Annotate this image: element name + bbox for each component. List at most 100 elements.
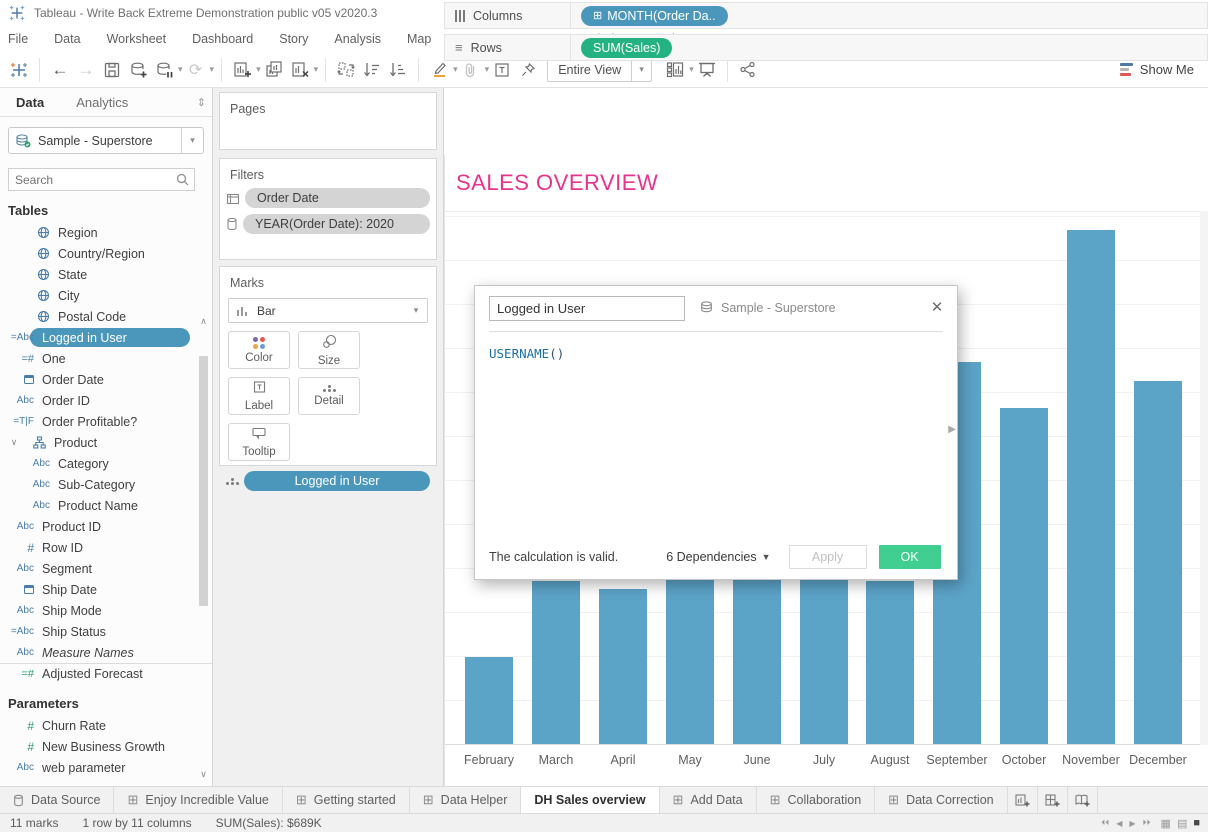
datasource-caret[interactable]: ▾ xyxy=(181,128,203,153)
clear-sheet-caret[interactable]: ▾ xyxy=(314,64,319,75)
scrollbar-thumb[interactable] xyxy=(199,356,208,606)
sort-descending-button[interactable] xyxy=(385,56,411,84)
worksheet-scrollbar-track[interactable] xyxy=(1200,211,1208,745)
menu-analysis[interactable]: Analysis xyxy=(334,32,381,46)
field-order-profitable[interactable]: =T|FOrder Profitable? xyxy=(0,411,212,432)
field-adjusted-forecast[interactable]: =#Adjusted Forecast xyxy=(0,663,212,684)
menu-story[interactable]: Story xyxy=(279,32,308,46)
clear-sheet-button[interactable] xyxy=(287,56,313,84)
field-logged-in-user[interactable]: =AbcLogged in User xyxy=(0,327,212,348)
field-segment[interactable]: AbcSegment xyxy=(0,558,212,579)
nav-prev-icon[interactable]: ◀ xyxy=(1116,819,1122,828)
nav-last-icon[interactable]: ⏵⏵ xyxy=(1143,818,1151,828)
bar-december[interactable] xyxy=(1134,381,1182,744)
field-ship-date[interactable]: Ship Date xyxy=(0,579,212,600)
menu-dashboard[interactable]: Dashboard xyxy=(192,32,253,46)
rows-pill-sum-sales[interactable]: SUM(Sales) xyxy=(581,38,672,58)
undo-button[interactable]: ← xyxy=(47,56,73,84)
calculation-name-input[interactable] xyxy=(489,296,685,321)
save-button[interactable] xyxy=(99,56,125,84)
pause-updates-button[interactable] xyxy=(151,56,177,84)
field-order-date[interactable]: Order Date xyxy=(0,369,212,390)
field-product[interactable]: ∨Product xyxy=(0,432,212,453)
field-category[interactable]: AbcCategory xyxy=(0,453,212,474)
menu-worksheet[interactable]: Worksheet xyxy=(107,32,167,46)
filters-card[interactable]: Filters Order DateYEAR(Order Date): 2020 xyxy=(219,158,437,260)
expand-date-icon[interactable]: ⊞ xyxy=(593,9,602,22)
search-input[interactable] xyxy=(9,173,176,187)
sheet-tab-collaboration[interactable]: ⊞Collaboration xyxy=(757,787,876,813)
field-state[interactable]: State xyxy=(0,264,212,285)
sheet-tab-getting-started[interactable]: ⊞Getting started xyxy=(283,787,410,813)
color-button[interactable]: Color xyxy=(228,331,290,369)
tableau-home-icon[interactable] xyxy=(6,56,32,84)
nav-next-icon[interactable]: ▶ xyxy=(1129,819,1135,828)
tab-analytics[interactable]: Analytics xyxy=(60,88,144,116)
sort-ascending-button[interactable] xyxy=(359,56,385,84)
menu-data[interactable]: Data xyxy=(54,32,80,46)
mark-type-caret[interactable]: ▾ xyxy=(405,305,427,316)
bar-august[interactable] xyxy=(866,581,914,744)
panel-swap-icon[interactable]: ⇕ xyxy=(197,96,206,109)
field-ship-mode[interactable]: AbcShip Mode xyxy=(0,600,212,621)
field-order-id[interactable]: AbcOrder ID xyxy=(0,390,212,411)
datasource-selector[interactable]: Sample - Superstore ▾ xyxy=(8,127,204,154)
bar-april[interactable] xyxy=(599,589,647,744)
filmstrip-view-icon[interactable]: ▤ xyxy=(1177,817,1187,830)
filter-pill-year-order-date-2020[interactable]: YEAR(Order Date): 2020 xyxy=(243,214,430,234)
show-me-button[interactable]: Show Me xyxy=(1120,62,1194,77)
size-button[interactable]: Size xyxy=(298,331,360,369)
menu-map[interactable]: Map xyxy=(407,32,431,46)
parameter-new-business-growth[interactable]: #New Business Growth xyxy=(0,736,212,757)
sheet-tab-data-source[interactable]: Data Source xyxy=(0,787,114,813)
field-one[interactable]: =#One xyxy=(0,348,212,369)
tab-data[interactable]: Data xyxy=(0,88,60,116)
pages-card[interactable]: Pages xyxy=(219,92,437,150)
field-country-region[interactable]: Country/Region xyxy=(0,243,212,264)
expander-icon[interactable]: ∨ xyxy=(8,437,20,448)
mark-type-selector[interactable]: Bar ▾ xyxy=(228,298,428,323)
fullscreen-view-icon[interactable]: ■ xyxy=(1193,817,1200,829)
sheet-tab-add-data[interactable]: ⊞Add Data xyxy=(660,787,757,813)
field-row-id[interactable]: #Row ID xyxy=(0,537,212,558)
bar-november[interactable] xyxy=(1067,230,1115,744)
sheet-tab-enjoy-incredible-value[interactable]: ⊞Enjoy Incredible Value xyxy=(114,787,282,813)
rows-shelf[interactable]: ≡Rows SUM(Sales) xyxy=(444,34,1208,61)
tooltip-button[interactable]: Tooltip xyxy=(228,423,290,461)
nav-first-icon[interactable]: ⏴⏴ xyxy=(1101,818,1109,828)
scroll-down-icon[interactable]: ∨ xyxy=(197,769,210,782)
scroll-up-icon[interactable]: ∧ xyxy=(197,316,210,329)
columns-pill-month-order-date[interactable]: ⊞ MONTH(Order Da.. xyxy=(581,6,728,26)
dependencies-dropdown[interactable]: 6 Dependencies ▼ xyxy=(666,550,770,564)
bar-july[interactable] xyxy=(800,578,848,744)
parameter-churn-rate[interactable]: #Churn Rate xyxy=(0,715,212,736)
new-story-tab-button[interactable] xyxy=(1068,787,1098,813)
field-product-id[interactable]: AbcProduct ID xyxy=(0,516,212,537)
refresh-caret[interactable]: ▾ xyxy=(210,64,215,75)
marks-card[interactable]: Marks Bar ▾ ColorSizeLabelDetailTooltip … xyxy=(219,266,437,466)
marks-pill-logged-in-user[interactable]: Logged in User xyxy=(244,471,430,491)
tile-view-icon[interactable]: ▦ xyxy=(1161,817,1171,830)
field-postal-code[interactable]: Postal Code xyxy=(0,306,212,327)
sheet-tab-data-helper[interactable]: ⊞Data Helper xyxy=(410,787,522,813)
fields-scrollbar[interactable]: ∧ ∨ xyxy=(197,316,210,782)
field-city[interactable]: City xyxy=(0,285,212,306)
swap-rows-columns-button[interactable] xyxy=(333,56,359,84)
duplicate-button[interactable] xyxy=(261,56,287,84)
detail-button[interactable]: Detail xyxy=(298,377,360,415)
new-worksheet-tab-button[interactable] xyxy=(1008,787,1038,813)
redo-button[interactable]: → xyxy=(73,56,99,84)
dialog-close-icon[interactable]: ✕ xyxy=(927,298,947,318)
parameter-web-parameter[interactable]: Abcweb parameter xyxy=(0,757,212,778)
bar-february[interactable] xyxy=(465,657,513,744)
field-ship-status[interactable]: =AbcShip Status xyxy=(0,621,212,642)
field-sub-category[interactable]: AbcSub-Category xyxy=(0,474,212,495)
search-box[interactable] xyxy=(8,168,195,191)
label-button[interactable]: Label xyxy=(228,377,290,415)
sheet-tab-data-correction[interactable]: ⊞Data Correction xyxy=(875,787,1007,813)
new-dashboard-tab-button[interactable] xyxy=(1038,787,1068,813)
fit-selector-caret[interactable]: ▾ xyxy=(631,59,651,81)
dialog-expand-arrow-icon[interactable]: ▶ xyxy=(948,424,956,435)
sheet-tab-dh-sales-overview[interactable]: DH Sales overview xyxy=(521,787,659,813)
bar-october[interactable] xyxy=(1000,408,1048,744)
